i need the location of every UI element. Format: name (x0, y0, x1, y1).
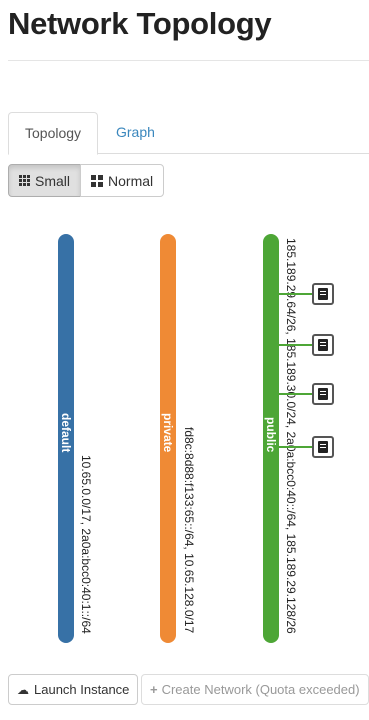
network-private-cidr: fd8c:8d88:f133:65::/64, 10.65.128.0/17 (182, 427, 196, 634)
tab-topology[interactable]: Topology (8, 112, 99, 155)
plus-icon: + (150, 682, 158, 697)
title-divider (8, 60, 369, 61)
instance-link (279, 393, 314, 395)
instance-node[interactable] (312, 334, 334, 356)
launch-instance-label: Launch Instance (34, 682, 130, 697)
network-default-cidr: 10.65.0.0/17, 2a0a:bcc0:40:1::/64 (79, 455, 93, 634)
network-public-label: public (264, 417, 278, 453)
instance-link (279, 446, 314, 448)
page-title: Network Topology (8, 6, 272, 41)
server-icon (318, 441, 328, 453)
network-public-cidr: 185.189.29.64/26, 185.189.30.0/24, 2a0a:… (284, 238, 298, 634)
instance-node[interactable] (312, 436, 334, 458)
small-button-label: Small (35, 172, 71, 189)
server-icon (318, 288, 328, 300)
instance-link (279, 344, 314, 346)
create-network-label: Create Network (Quota exceeded) (161, 682, 360, 697)
cloud-upload-icon: ☁ (17, 682, 29, 697)
instance-node[interactable] (312, 383, 334, 405)
create-network-button: + Create Network (Quota exceeded) (141, 674, 369, 705)
instance-node[interactable] (312, 283, 334, 305)
server-icon (318, 388, 328, 400)
server-icon (318, 339, 328, 351)
network-default-label: default (59, 413, 73, 453)
normal-button[interactable]: Normal (80, 164, 165, 197)
tab-graph[interactable]: Graph (100, 112, 171, 154)
instance-link (279, 293, 314, 295)
small-button[interactable]: Small (8, 164, 82, 197)
tab-bar: Topology Graph (8, 112, 369, 155)
size-toggle: Small Normal (8, 164, 165, 197)
th-icon (19, 175, 30, 186)
launch-instance-button[interactable]: ☁ Launch Instance (8, 674, 139, 705)
normal-button-label: Normal (108, 172, 154, 189)
th-large-icon (91, 174, 104, 187)
network-private-label: private (161, 413, 175, 453)
